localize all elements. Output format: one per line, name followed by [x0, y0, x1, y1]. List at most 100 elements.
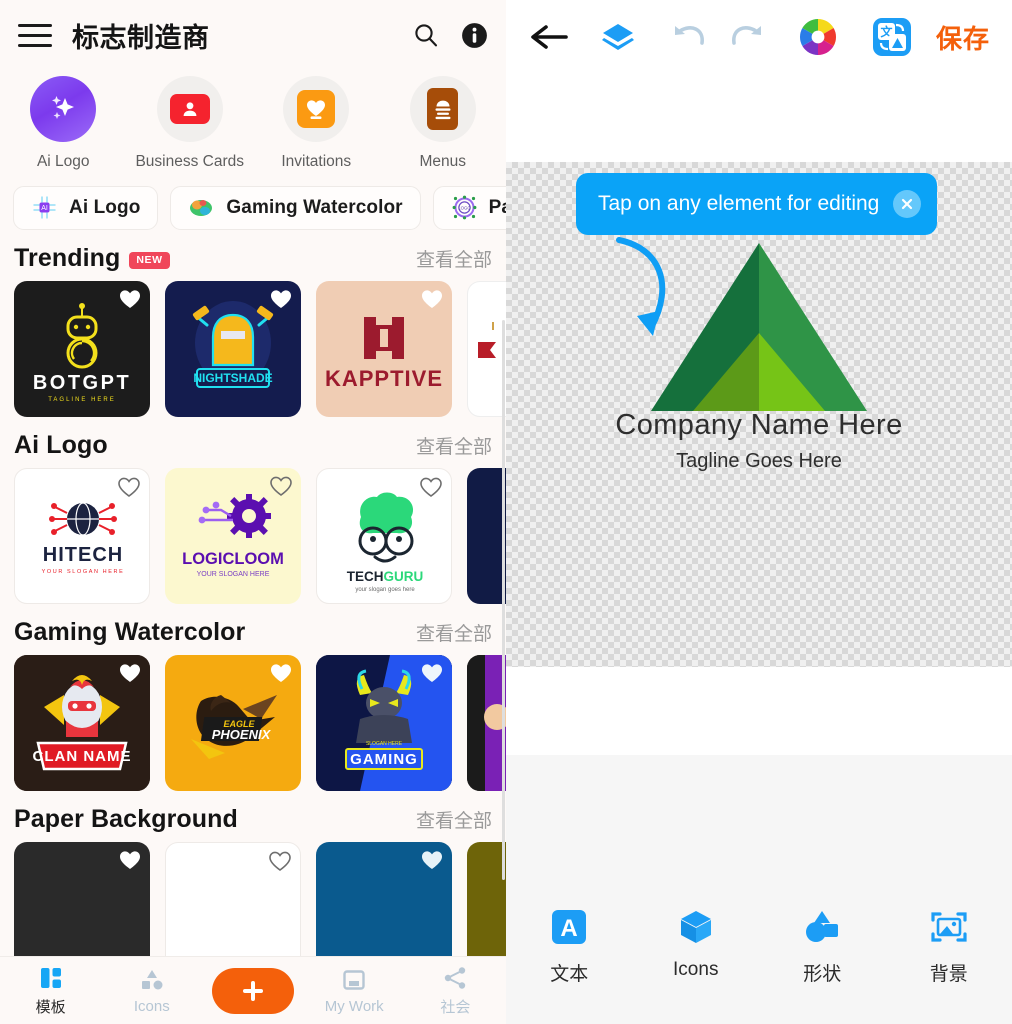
- section-title: Paper Background: [14, 804, 238, 833]
- layers-icon[interactable]: [600, 21, 636, 53]
- template-card[interactable]: NIGHTSHADE: [165, 280, 301, 417]
- category-ai-logo[interactable]: Ai Logo: [0, 76, 127, 172]
- favorite-heart-icon[interactable]: [118, 477, 140, 502]
- category-chip-row[interactable]: AI Ai Logo Gaming Watercolor LOGO P: [0, 174, 506, 230]
- category-menus[interactable]: Menus: [380, 76, 507, 172]
- vertical-scrollbar[interactable]: [502, 320, 505, 880]
- add-create-button[interactable]: [212, 967, 294, 1014]
- image-frame-icon: [931, 912, 967, 942]
- logo-company-name[interactable]: Company Name Here: [615, 409, 902, 442]
- favorite-heart-icon[interactable]: [119, 663, 141, 688]
- svg-text:BOTGPT: BOTGPT: [33, 372, 131, 394]
- favorite-heart-icon[interactable]: [270, 289, 292, 314]
- menu-document-icon: [409, 76, 476, 142]
- svg-text:KAPPTIVE: KAPPTIVE: [325, 366, 443, 391]
- see-all-link-trending[interactable]: 查看全部: [416, 245, 492, 272]
- chip-label: Paper: [488, 196, 506, 218]
- section-header-ai-logo: Ai Logo 查看全部: [0, 417, 506, 468]
- see-all-link-ai-logo[interactable]: 查看全部: [416, 432, 492, 459]
- nav-item-icons[interactable]: Icons: [101, 967, 202, 1015]
- svg-text:your slogan goes here: your slogan goes here: [355, 587, 415, 593]
- save-button[interactable]: 保存: [936, 19, 990, 56]
- template-card[interactable]: BOTGPT TAGLINE HERE: [14, 280, 150, 417]
- mountain-triangle-icon: [651, 243, 867, 411]
- favorite-heart-icon[interactable]: [119, 850, 141, 875]
- template-card[interactable]: EAGLE PHOENIX: [165, 654, 301, 791]
- logo-circle-icon: LOGO: [451, 194, 478, 221]
- back-arrow-icon[interactable]: [528, 22, 570, 52]
- shapes-icon: [806, 911, 839, 942]
- favorite-heart-icon[interactable]: [270, 663, 292, 688]
- nav-item-social[interactable]: 社会: [405, 965, 506, 1017]
- favorite-heart-icon[interactable]: [269, 851, 291, 876]
- template-card[interactable]: TECHGURU your slogan goes here: [316, 467, 452, 604]
- favorite-heart-icon[interactable]: [270, 476, 292, 501]
- svg-text:YOUR SLOGAN HERE: YOUR SLOGAN HERE: [197, 571, 270, 578]
- svg-text:LOGO: LOGO: [458, 206, 471, 211]
- see-all-link-paper[interactable]: 查看全部: [416, 806, 492, 833]
- svg-text:AI: AI: [41, 205, 48, 212]
- chip-label: Gaming Watercolor: [226, 196, 403, 218]
- svg-text:PHOENIX: PHOENIX: [212, 727, 272, 742]
- favorite-heart-icon[interactable]: [119, 289, 141, 314]
- left-header: 标志制造商: [0, 0, 506, 70]
- close-icon[interactable]: [893, 190, 922, 218]
- template-card[interactable]: KAPPTIVE: [316, 280, 452, 417]
- template-card[interactable]: HITECH YOUR SLOGAN HERE: [14, 467, 150, 604]
- nav-item-templates[interactable]: 模板: [0, 965, 101, 1017]
- tool-shapes[interactable]: 形状: [759, 908, 886, 986]
- favorite-heart-icon[interactable]: [421, 850, 443, 875]
- template-card[interactable]: [467, 654, 506, 791]
- translate-icon[interactable]: 文: [872, 17, 912, 57]
- category-invitations[interactable]: Invitations: [253, 76, 380, 172]
- template-card[interactable]: CLAN NAME: [14, 654, 150, 791]
- svg-text:GAMING: GAMING: [350, 751, 418, 768]
- svg-text:TECHGURU: TECHGURU: [347, 569, 424, 584]
- template-row-ai-logo[interactable]: HITECH YOUR SLOGAN HERE LOGICLOOM YOUR S…: [0, 467, 506, 604]
- nav-item-my-work[interactable]: My Work: [304, 967, 405, 1015]
- template-card[interactable]: [467, 280, 506, 417]
- template-row-trending[interactable]: BOTGPT TAGLINE HERE NIGHTSHADE KAPPTIVE: [0, 280, 506, 417]
- right-panel-editor: 文 保存 Tap on any element for editing Comp…: [506, 0, 1012, 1024]
- search-icon[interactable]: [413, 22, 439, 48]
- tool-label: 形状: [803, 964, 842, 985]
- tool-background[interactable]: 背景: [886, 908, 1012, 986]
- tool-label: Icons: [673, 959, 719, 980]
- template-row-gaming-watercolor[interactable]: CLAN NAME EAGLE PHOENIX SLOGAN HERE GAMI…: [0, 654, 506, 791]
- nav-label: 模板: [35, 998, 66, 1016]
- editor-tool-bar: A 文本 Icons 形状 背景: [506, 890, 1012, 1024]
- text-icon: A: [552, 910, 587, 944]
- watercolor-gamepad-icon: [188, 194, 215, 221]
- favorite-heart-icon[interactable]: [421, 663, 443, 688]
- favorite-heart-icon[interactable]: [421, 289, 443, 314]
- app-root: 标志制造商 Ai Logo Business Cards Invitations…: [0, 0, 1012, 1024]
- chip-gaming-watercolor[interactable]: Gaming Watercolor: [170, 185, 421, 230]
- template-card[interactable]: SLOGAN HERE GAMING: [316, 654, 452, 791]
- svg-text:TAGLINE HERE: TAGLINE HERE: [48, 397, 116, 403]
- info-icon[interactable]: [461, 22, 488, 49]
- tool-text[interactable]: A 文本: [506, 908, 633, 986]
- template-card[interactable]: [467, 467, 506, 604]
- plus-icon: [243, 980, 263, 1001]
- favorite-heart-icon[interactable]: [420, 477, 442, 502]
- chip-ai-logo[interactable]: AI Ai Logo: [13, 185, 159, 230]
- tool-icons[interactable]: Icons: [633, 908, 760, 981]
- color-wheel-icon[interactable]: [799, 18, 837, 56]
- redo-icon[interactable]: [729, 23, 765, 51]
- design-canvas[interactable]: Tap on any element for editing Company N…: [506, 162, 1012, 667]
- sparkles-icon: [30, 76, 97, 142]
- see-all-link-gaming[interactable]: 查看全部: [416, 619, 492, 646]
- svg-text:NIGHTSHADE: NIGHTSHADE: [193, 371, 272, 385]
- hamburger-menu-icon[interactable]: [18, 22, 52, 48]
- nav-item-create[interactable]: [202, 967, 303, 1014]
- section-header-gaming-watercolor: Gaming Watercolor 查看全部: [0, 604, 506, 655]
- chip-label: Ai Logo: [69, 196, 141, 218]
- chip-paper[interactable]: LOGO Paper: [432, 185, 506, 230]
- logo-artwork[interactable]: Company Name Here Tagline Goes Here: [506, 237, 1012, 473]
- nav-label: My Work: [324, 997, 384, 1015]
- category-label: Invitations: [281, 153, 352, 170]
- category-business-cards[interactable]: Business Cards: [127, 76, 254, 172]
- logo-tagline[interactable]: Tagline Goes Here: [676, 450, 842, 473]
- undo-icon[interactable]: [671, 23, 707, 51]
- template-card[interactable]: LOGICLOOM YOUR SLOGAN HERE: [165, 467, 301, 604]
